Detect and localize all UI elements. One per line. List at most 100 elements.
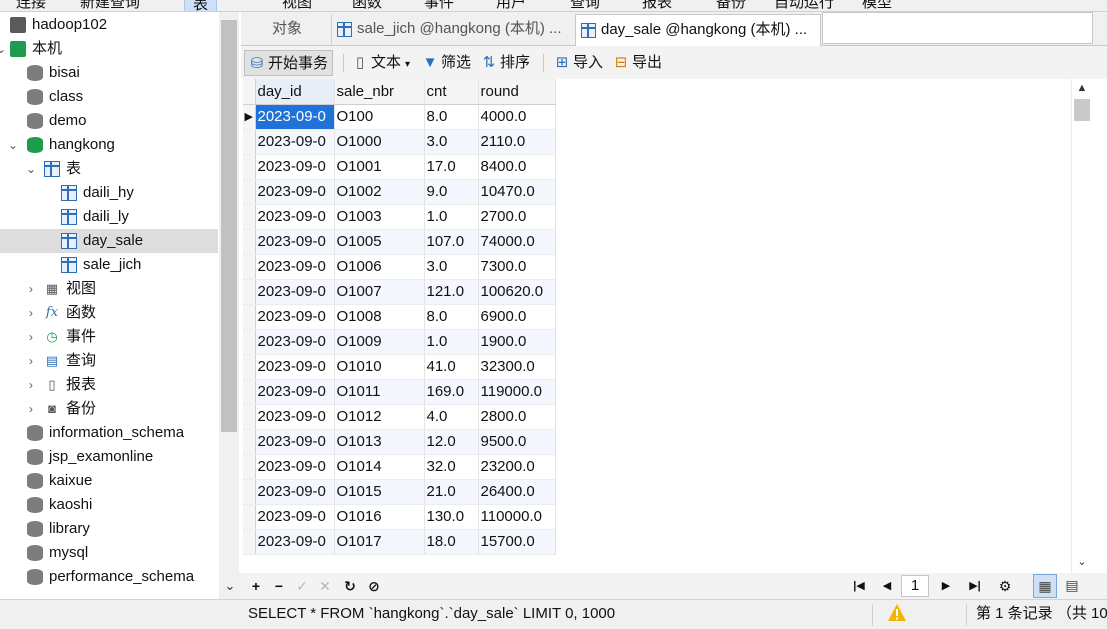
cell-cnt[interactable]: 8.0: [424, 304, 479, 330]
cell-day-id[interactable]: 2023-09-0: [255, 279, 335, 305]
cell-sale-nbr[interactable]: O1010: [334, 354, 425, 380]
cell-day-id[interactable]: 2023-09-0: [255, 404, 335, 430]
cell-cnt[interactable]: 1.0: [424, 204, 479, 230]
table-row[interactable]: 2023-09-0 O1014 32.0 23200.0: [243, 454, 556, 480]
table-row[interactable]: 2023-09-0 O1016 130.0 110000.0: [243, 504, 556, 530]
cell-round[interactable]: 2800.0: [478, 404, 556, 430]
row-indicator[interactable]: [243, 304, 256, 330]
cell-sale-nbr[interactable]: O1012: [334, 404, 425, 430]
tree-item-events[interactable]: › ◷ 事件: [0, 325, 218, 349]
row-indicator[interactable]: [243, 254, 256, 280]
cell-cnt[interactable]: 107.0: [424, 229, 479, 255]
cell-cnt[interactable]: 121.0: [424, 279, 479, 305]
tree-item-class[interactable]: class: [0, 85, 218, 109]
cell-day-id[interactable]: 2023-09-0: [255, 204, 335, 230]
row-indicator[interactable]: [243, 229, 256, 255]
chevron-right-icon[interactable]: ›: [24, 373, 38, 397]
cell-day-id[interactable]: 2023-09-0: [255, 354, 335, 380]
cell-sale-nbr[interactable]: O1008: [334, 304, 425, 330]
table-row[interactable]: ▶ 2023-09-0 O100 8.0 4000.0: [243, 104, 556, 130]
cell-sale-nbr[interactable]: O1013: [334, 429, 425, 455]
row-indicator[interactable]: [243, 179, 256, 205]
tree-item-local[interactable]: ⌄ 本机: [0, 37, 218, 61]
cell-cnt[interactable]: 1.0: [424, 329, 479, 355]
cell-day-id[interactable]: 2023-09-0: [255, 504, 335, 530]
scroll-down-icon[interactable]: ⌄: [219, 573, 241, 599]
tree-item-reports[interactable]: › ▯ 报表: [0, 373, 218, 397]
tree-item-information-schema[interactable]: information_schema: [0, 421, 218, 445]
tree-item-performance-schema[interactable]: performance_schema: [0, 565, 218, 589]
cell-sale-nbr[interactable]: O1001: [334, 154, 425, 180]
row-indicator[interactable]: [243, 354, 256, 380]
grid-view-button[interactable]: ▦: [1033, 574, 1057, 598]
chevron-down-icon[interactable]: ⌄: [6, 133, 20, 157]
table-row[interactable]: 2023-09-0 O1000 3.0 2110.0: [243, 129, 556, 155]
cell-day-id[interactable]: 2023-09-0: [255, 129, 335, 155]
filter-button[interactable]: ▼ 筛选: [422, 50, 471, 76]
previous-page-icon[interactable]: ◀: [877, 576, 897, 596]
chevron-right-icon[interactable]: ›: [24, 325, 38, 349]
cell-round[interactable]: 119000.0: [478, 379, 556, 405]
cell-round[interactable]: 10470.0: [478, 179, 556, 205]
row-indicator[interactable]: [243, 129, 256, 155]
cell-round[interactable]: 100620.0: [478, 279, 556, 305]
row-indicator[interactable]: [243, 204, 256, 230]
menu-query[interactable]: 查询: [570, 0, 600, 11]
cell-round[interactable]: 9500.0: [478, 429, 556, 455]
row-indicator[interactable]: [243, 279, 256, 305]
current-row-indicator-icon[interactable]: ▶: [243, 104, 256, 130]
table-row[interactable]: 2023-09-0 O1013 12.0 9500.0: [243, 429, 556, 455]
tab-day-sale[interactable]: day_sale @hangkong (本机) ...: [575, 14, 821, 46]
tree-item-tables[interactable]: ⌄ 表: [0, 157, 218, 181]
cell-sale-nbr[interactable]: O1015: [334, 479, 425, 505]
menu-new-query[interactable]: 新建查询: [80, 0, 140, 11]
menu-view[interactable]: 视图: [282, 0, 312, 11]
menu-auto-run[interactable]: 自动运行: [774, 0, 834, 11]
cell-sale-nbr[interactable]: O1017: [334, 529, 425, 555]
cell-cnt[interactable]: 169.0: [424, 379, 479, 405]
tab-objects[interactable]: 对象: [245, 14, 329, 46]
chevron-right-icon[interactable]: ›: [24, 277, 38, 301]
refresh-icon[interactable]: ↻: [340, 576, 360, 596]
cell-cnt[interactable]: 9.0: [424, 179, 479, 205]
table-row[interactable]: 2023-09-0 O1011 169.0 119000.0: [243, 379, 556, 405]
cell-cnt[interactable]: 3.0: [424, 254, 479, 280]
cell-cnt[interactable]: 32.0: [424, 454, 479, 480]
table-row[interactable]: 2023-09-0 O1003 1.0 2700.0: [243, 204, 556, 230]
tab-sale-jich[interactable]: sale_jich @hangkong (本机) ...: [331, 14, 571, 46]
tree-item-jsp-examonline[interactable]: jsp_examonline: [0, 445, 218, 469]
table-row[interactable]: 2023-09-0 O1017 18.0 15700.0: [243, 529, 556, 555]
scrollbar-thumb[interactable]: [1074, 99, 1090, 121]
form-view-button[interactable]: ▤: [1060, 574, 1084, 598]
menu-report[interactable]: 报表: [642, 0, 672, 11]
gear-icon[interactable]: ⚙: [995, 576, 1015, 596]
cell-day-id[interactable]: 2023-09-0: [255, 429, 335, 455]
table-row[interactable]: 2023-09-0 O1012 4.0 2800.0: [243, 404, 556, 430]
cell-sale-nbr[interactable]: O1000: [334, 129, 425, 155]
sidebar-scrollbar[interactable]: [219, 12, 239, 584]
column-header-round[interactable]: round: [478, 79, 556, 105]
cell-round[interactable]: 2700.0: [478, 204, 556, 230]
chevron-right-icon[interactable]: ›: [24, 397, 38, 421]
discard-changes-icon[interactable]: ✕: [315, 576, 335, 596]
cell-round[interactable]: 110000.0: [478, 504, 556, 530]
cell-round[interactable]: 23200.0: [478, 454, 556, 480]
chevron-right-icon[interactable]: ›: [24, 349, 38, 373]
cell-sale-nbr[interactable]: O1014: [334, 454, 425, 480]
cell-cnt[interactable]: 12.0: [424, 429, 479, 455]
cell-day-id[interactable]: 2023-09-0: [255, 329, 335, 355]
table-row[interactable]: 2023-09-0 O1006 3.0 7300.0: [243, 254, 556, 280]
table-row[interactable]: 2023-09-0 O1001 17.0 8400.0: [243, 154, 556, 180]
menu-event[interactable]: 事件: [424, 0, 454, 11]
chevron-right-icon[interactable]: ›: [24, 301, 38, 325]
tree-item-daili-ly[interactable]: daili_ly: [0, 205, 218, 229]
cell-sale-nbr[interactable]: O1002: [334, 179, 425, 205]
cell-day-id[interactable]: 2023-09-0: [255, 104, 335, 130]
cell-round[interactable]: 1900.0: [478, 329, 556, 355]
table-row[interactable]: 2023-09-0 O1008 8.0 6900.0: [243, 304, 556, 330]
tree-item-library[interactable]: library: [0, 517, 218, 541]
cell-sale-nbr[interactable]: O1006: [334, 254, 425, 280]
next-page-icon[interactable]: ▶: [936, 576, 956, 596]
menu-connect[interactable]: 连接: [16, 0, 46, 11]
first-page-icon[interactable]: |◀: [849, 576, 869, 596]
